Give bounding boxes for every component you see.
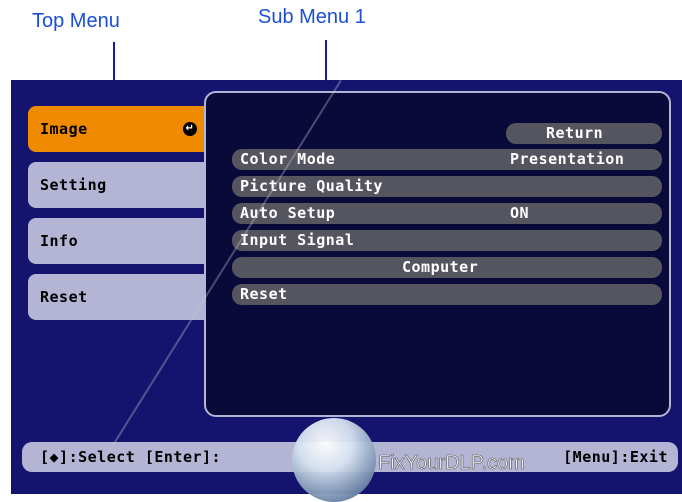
top-menu-item-label: Info — [40, 232, 79, 250]
sub-menu-item-input-signal[interactable]: Input Signal — [232, 230, 662, 251]
top-menu-item-info[interactable]: Info — [28, 218, 213, 264]
sub-menu-item-reset[interactable]: Reset — [232, 284, 662, 305]
row-label: Reset — [240, 285, 288, 303]
help-select-enter-text: [◆]:Select [Enter]: — [40, 448, 222, 466]
top-menu-callout: Top Menu — [32, 10, 120, 32]
enter-arrow-icon: ↵ — [183, 122, 197, 136]
top-menu-item-reset[interactable]: Reset — [28, 274, 213, 320]
return-label: Return — [546, 124, 604, 142]
sub-menu-panel: Return Color Mode Presentation Picture Q… — [204, 91, 671, 417]
sub-menu-item-auto-setup[interactable]: Auto Setup ON — [232, 203, 662, 224]
row-label: Input Signal — [240, 231, 355, 249]
row-label: Picture Quality — [240, 177, 383, 195]
watermark-text: FixYourDLP.com — [378, 452, 525, 475]
sub-menu-callout: Sub Menu 1 — [258, 6, 366, 28]
row-value: Computer — [402, 258, 479, 276]
watermark-globe-logo — [292, 418, 376, 502]
top-menu-item-label: Setting — [40, 176, 107, 194]
input-signal-value-row: Computer — [232, 257, 662, 278]
return-button[interactable]: Return — [506, 123, 662, 144]
top-menu-item-image[interactable]: Image ↵ — [28, 106, 213, 152]
row-value: ON — [510, 204, 530, 222]
row-value: Presentation — [510, 150, 625, 168]
top-menu-item-setting[interactable]: Setting — [28, 162, 213, 208]
top-menu-item-label: Image — [40, 120, 88, 138]
help-exit-text: [Menu]:Exit — [563, 448, 668, 466]
top-menu-item-label: Reset — [40, 288, 88, 306]
sub-menu-item-picture-quality[interactable]: Picture Quality — [232, 176, 662, 197]
